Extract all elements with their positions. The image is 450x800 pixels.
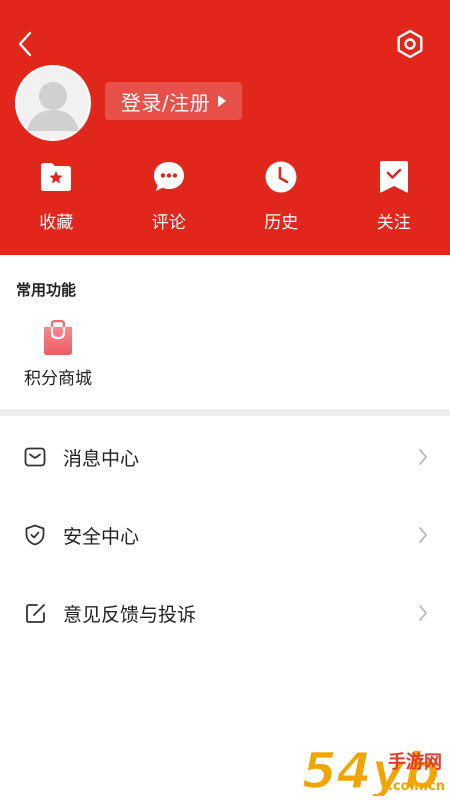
menu-item-label: 消息中心 (63, 447, 140, 470)
quick-action-label: 历史 (264, 213, 299, 233)
chat-bubble-icon (153, 162, 184, 191)
section-title: 常用功能 (16, 281, 77, 299)
menu-item-label: 意见反馈与投诉 (63, 603, 197, 626)
edit-icon (25, 603, 45, 623)
chevron-right-icon (419, 527, 427, 543)
chevron-right-icon (419, 605, 427, 621)
profile-header: 登录/注册 收藏 评论 历史 关注 (0, 0, 450, 255)
points-mall-label: 积分商城 (24, 369, 92, 389)
watermark-domain: .com.cn (388, 779, 445, 794)
menu-item-feedback[interactable]: 意见反馈与投诉 (0, 583, 450, 643)
login-register-label: 登录/注册 (120, 90, 211, 115)
points-mall-button[interactable]: 积分商城 (18, 320, 98, 389)
login-register-button[interactable]: 登录/注册 (105, 82, 242, 120)
shopping-bag-icon (44, 320, 72, 355)
clock-icon (265, 161, 297, 193)
site-watermark-logo: 54yb 手游网 .com.cn (301, 741, 445, 796)
quick-actions: 收藏 评论 历史 关注 (0, 160, 450, 236)
chevron-left-icon (18, 31, 32, 57)
user-placeholder-icon (17, 67, 89, 139)
quick-action-comments[interactable]: 评论 (113, 160, 226, 236)
message-icon (24, 447, 46, 467)
watermark-name: 手游网 (388, 751, 442, 773)
shield-icon (25, 524, 45, 546)
quick-action-favorites[interactable]: 收藏 (0, 160, 113, 236)
menu-item-label: 安全中心 (63, 525, 140, 548)
quick-action-following[interactable]: 关注 (338, 160, 450, 236)
quick-action-label: 关注 (376, 213, 411, 233)
back-button[interactable] (10, 28, 40, 60)
bookmark-check-icon (379, 161, 408, 193)
folder-star-icon (41, 163, 72, 191)
quick-action-history[interactable]: 历史 (225, 160, 338, 236)
settings-button[interactable] (392, 26, 428, 62)
quick-action-label: 评论 (151, 213, 186, 233)
menu-item-security-center[interactable]: 安全中心 (0, 505, 450, 565)
triangle-right-icon (218, 95, 227, 107)
section-divider (0, 409, 450, 416)
avatar[interactable] (15, 65, 91, 141)
menu-item-message-center[interactable]: 消息中心 (0, 427, 450, 487)
chevron-right-icon (419, 449, 427, 465)
gear-icon (397, 29, 423, 59)
quick-action-label: 收藏 (39, 213, 74, 233)
